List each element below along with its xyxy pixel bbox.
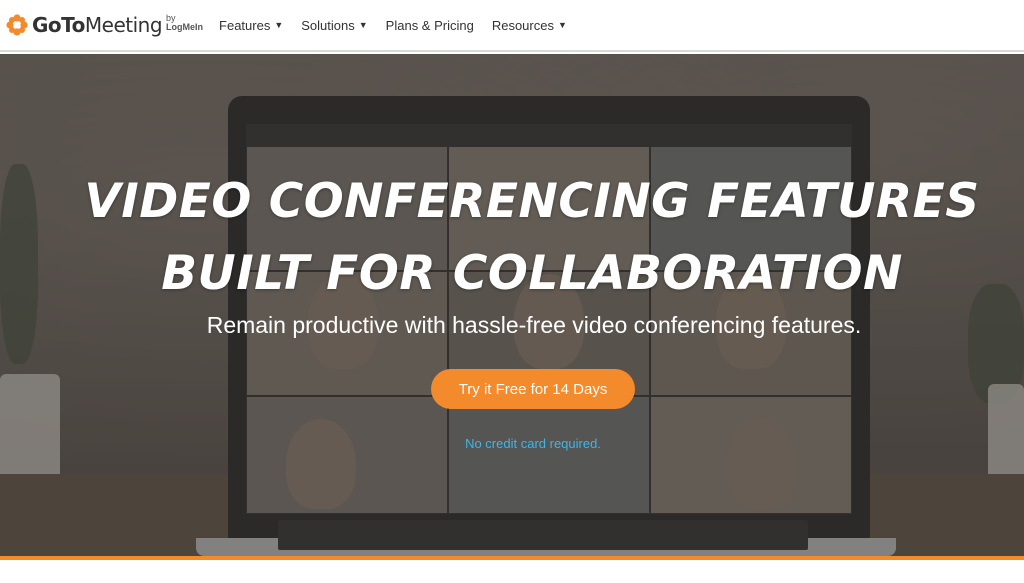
logo-byline: by LogMeIn: [166, 13, 204, 32]
gotomeeting-logo[interactable]: GoToMeeting by LogMeIn: [5, 0, 203, 51]
chevron-down-icon: ▼: [358, 20, 368, 30]
nav-resources[interactable]: Resources ▼: [492, 18, 567, 33]
no-credit-card-note: No credit card required.: [465, 436, 601, 451]
nav-solutions[interactable]: Solutions ▼: [301, 18, 367, 33]
nav-features[interactable]: Features ▼: [219, 18, 283, 33]
hero-section: VIDEO CONFERENCING FEATURES BUILT FOR CO…: [0, 54, 1024, 556]
main-nav: Features ▼ Solutions ▼ Plans & Pricing Res…: [219, 18, 585, 33]
nav-plans-pricing[interactable]: Plans & Pricing: [386, 18, 474, 33]
hero-title-line-1: VIDEO CONFERENCING FEATURES: [84, 174, 980, 229]
logo-wordmark: GoToMeeting: [32, 13, 163, 37]
try-free-button[interactable]: Try it Free for 14 Days: [431, 369, 635, 409]
hero-title-line-2: BUILT FOR COLLABORATION: [161, 246, 903, 301]
hero-subtitle: Remain productive with hassle-free video…: [206, 312, 862, 338]
hero-title: VIDEO CONFERENCING FEATURES BUILT FOR CO…: [0, 166, 1024, 310]
chevron-down-icon: ▼: [557, 20, 567, 30]
site-header: GoToMeeting by LogMeIn Features ▼ Solutio…: [0, 0, 1024, 52]
below-fold-area: [0, 560, 1024, 583]
chevron-down-icon: ▼: [274, 20, 284, 30]
flower-logo-icon: [6, 14, 28, 36]
